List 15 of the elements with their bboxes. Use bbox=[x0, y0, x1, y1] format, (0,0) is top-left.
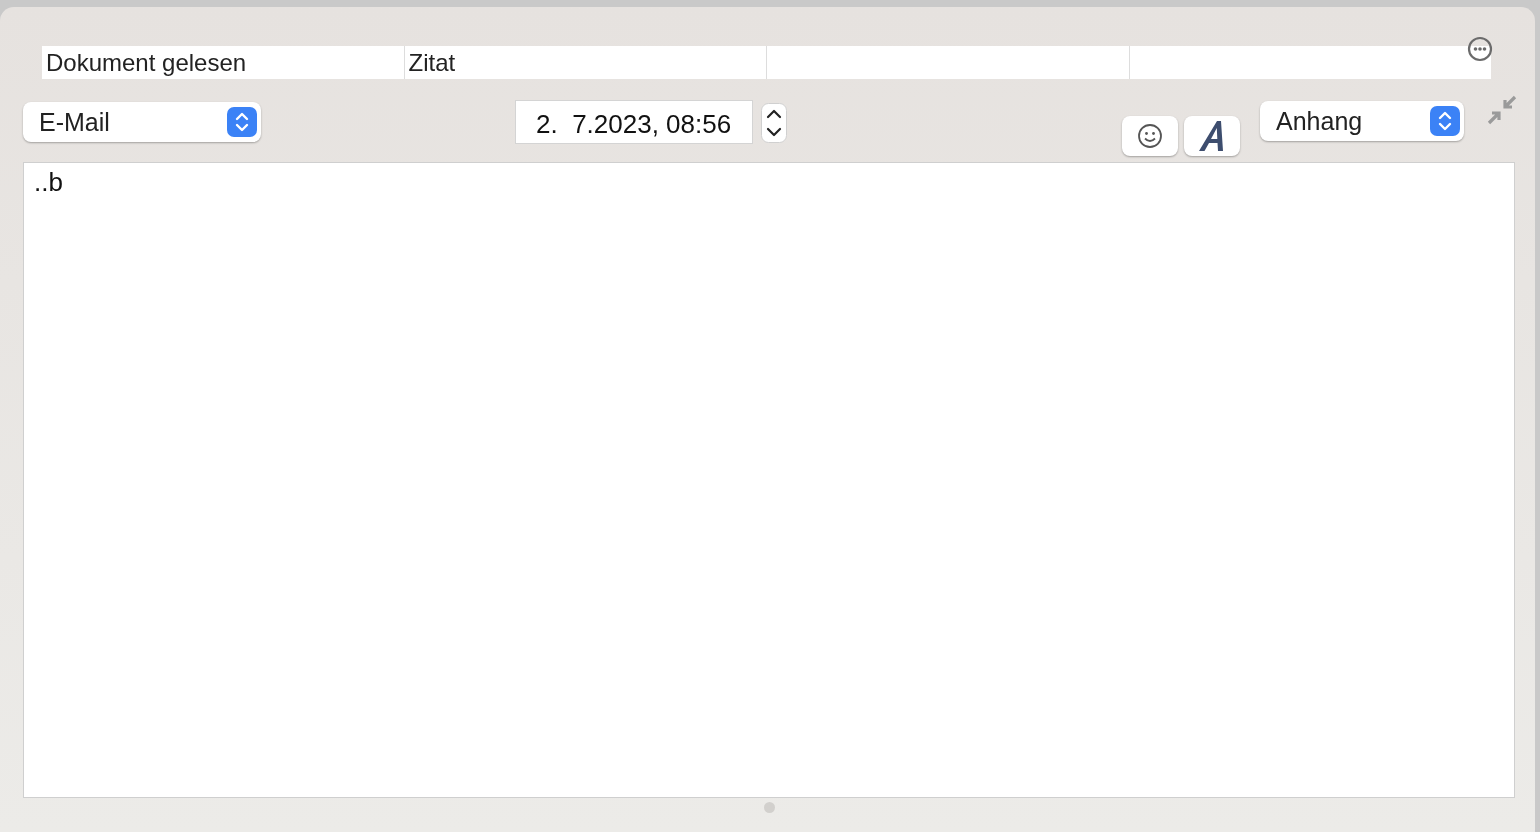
updown-chevron-icon bbox=[1430, 106, 1460, 136]
emoji-button[interactable] bbox=[1122, 116, 1178, 156]
attachment-popup[interactable]: Anhang bbox=[1260, 101, 1464, 141]
type-popup[interactable]: E-Mail bbox=[23, 102, 261, 142]
date-field[interactable]: 2. 7.2023, 08:56 bbox=[515, 100, 753, 144]
font-button[interactable] bbox=[1184, 116, 1240, 156]
text-editor[interactable]: ..b bbox=[23, 162, 1515, 798]
updown-chevron-icon bbox=[227, 107, 257, 137]
header-field[interactable]: Zitat bbox=[403, 46, 766, 79]
smiley-icon bbox=[1137, 123, 1163, 149]
stepper[interactable] bbox=[761, 103, 787, 143]
editor-text: ..b bbox=[34, 167, 63, 197]
resize-handle[interactable] bbox=[763, 802, 775, 813]
header-field[interactable]: Dokument gelesen bbox=[42, 46, 404, 79]
more-icon[interactable] bbox=[1467, 36, 1493, 62]
